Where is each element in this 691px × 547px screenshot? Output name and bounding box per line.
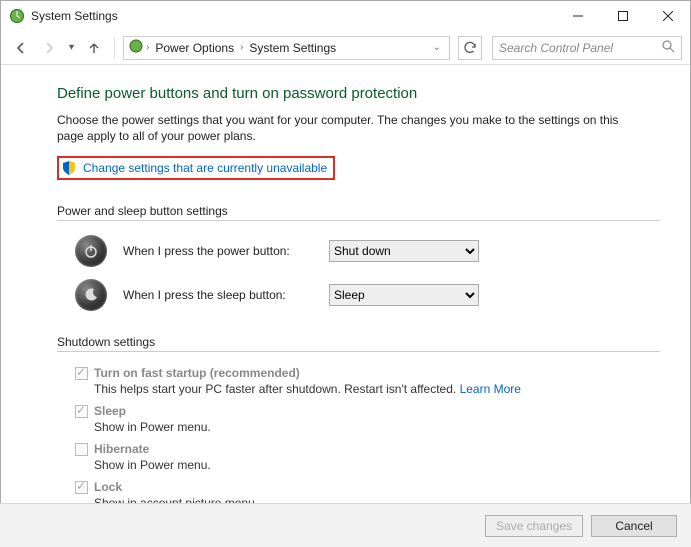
minimize-button[interactable]: [555, 1, 600, 31]
breadcrumb-item[interactable]: Power Options: [151, 41, 238, 55]
shield-icon: [61, 160, 77, 176]
control-panel-icon: [128, 38, 144, 57]
search-icon: [662, 40, 675, 56]
window-title: System Settings: [31, 9, 118, 23]
sleep-desc: Show in Power menu.: [94, 420, 660, 434]
sleep-checkbox: [75, 405, 88, 418]
power-icon: [75, 235, 107, 267]
sleep-button-select[interactable]: Sleep: [329, 284, 479, 306]
section-header-shutdown: Shutdown settings: [57, 335, 660, 349]
app-icon: [9, 8, 25, 24]
sleep-icon: [75, 279, 107, 311]
page-heading: Define power buttons and turn on passwor…: [57, 85, 660, 102]
fast-startup-desc: This helps start your PC faster after sh…: [94, 382, 660, 396]
close-button[interactable]: [645, 1, 690, 31]
power-button-row: When I press the power button: Shut down: [75, 235, 660, 267]
divider: [57, 220, 660, 221]
fast-startup-label: Turn on fast startup (recommended): [94, 366, 300, 380]
back-button[interactable]: [9, 36, 33, 60]
toolbar: ▾ › Power Options › System Settings ⌄ Se…: [1, 31, 690, 65]
sleep-button-row: When I press the sleep button: Sleep: [75, 279, 660, 311]
save-changes-button[interactable]: Save changes: [485, 515, 583, 537]
address-dropdown-icon[interactable]: ⌄: [429, 42, 445, 53]
change-settings-link[interactable]: Change settings that are currently unava…: [83, 161, 327, 175]
power-button-label: When I press the power button:: [123, 244, 313, 258]
titlebar: System Settings: [1, 1, 690, 31]
refresh-button[interactable]: [458, 36, 482, 60]
footer: Save changes Cancel: [0, 503, 691, 547]
maximize-button[interactable]: [600, 1, 645, 31]
address-bar[interactable]: › Power Options › System Settings ⌄: [123, 36, 450, 60]
forward-button[interactable]: [37, 36, 61, 60]
lock-checkbox: [75, 481, 88, 494]
sleep-label: Sleep: [94, 404, 126, 418]
section-header-power-sleep: Power and sleep button settings: [57, 204, 660, 218]
search-placeholder: Search Control Panel: [499, 41, 613, 55]
power-button-select[interactable]: Shut down: [329, 240, 479, 262]
hibernate-desc: Show in Power menu.: [94, 458, 660, 472]
cancel-button[interactable]: Cancel: [591, 515, 677, 537]
hibernate-checkbox: [75, 443, 88, 456]
search-input[interactable]: Search Control Panel: [492, 36, 682, 60]
sleep-button-label: When I press the sleep button:: [123, 288, 313, 302]
up-button[interactable]: [82, 36, 106, 60]
learn-more-link[interactable]: Learn More: [460, 382, 521, 396]
chevron-right-icon: ›: [240, 42, 243, 53]
lock-label: Lock: [94, 480, 122, 494]
divider: [57, 351, 660, 352]
change-settings-highlight: Change settings that are currently unava…: [57, 156, 335, 180]
content-area: Define power buttons and turn on passwor…: [1, 65, 690, 528]
breadcrumb-item[interactable]: System Settings: [245, 41, 340, 55]
hibernate-label: Hibernate: [94, 442, 149, 456]
fast-startup-checkbox: [75, 367, 88, 380]
shutdown-options: Turn on fast startup (recommended) This …: [75, 366, 660, 510]
chevron-right-icon: ›: [146, 42, 149, 53]
recent-dropdown[interactable]: ▾: [65, 42, 78, 53]
page-description: Choose the power settings that you want …: [57, 112, 637, 144]
